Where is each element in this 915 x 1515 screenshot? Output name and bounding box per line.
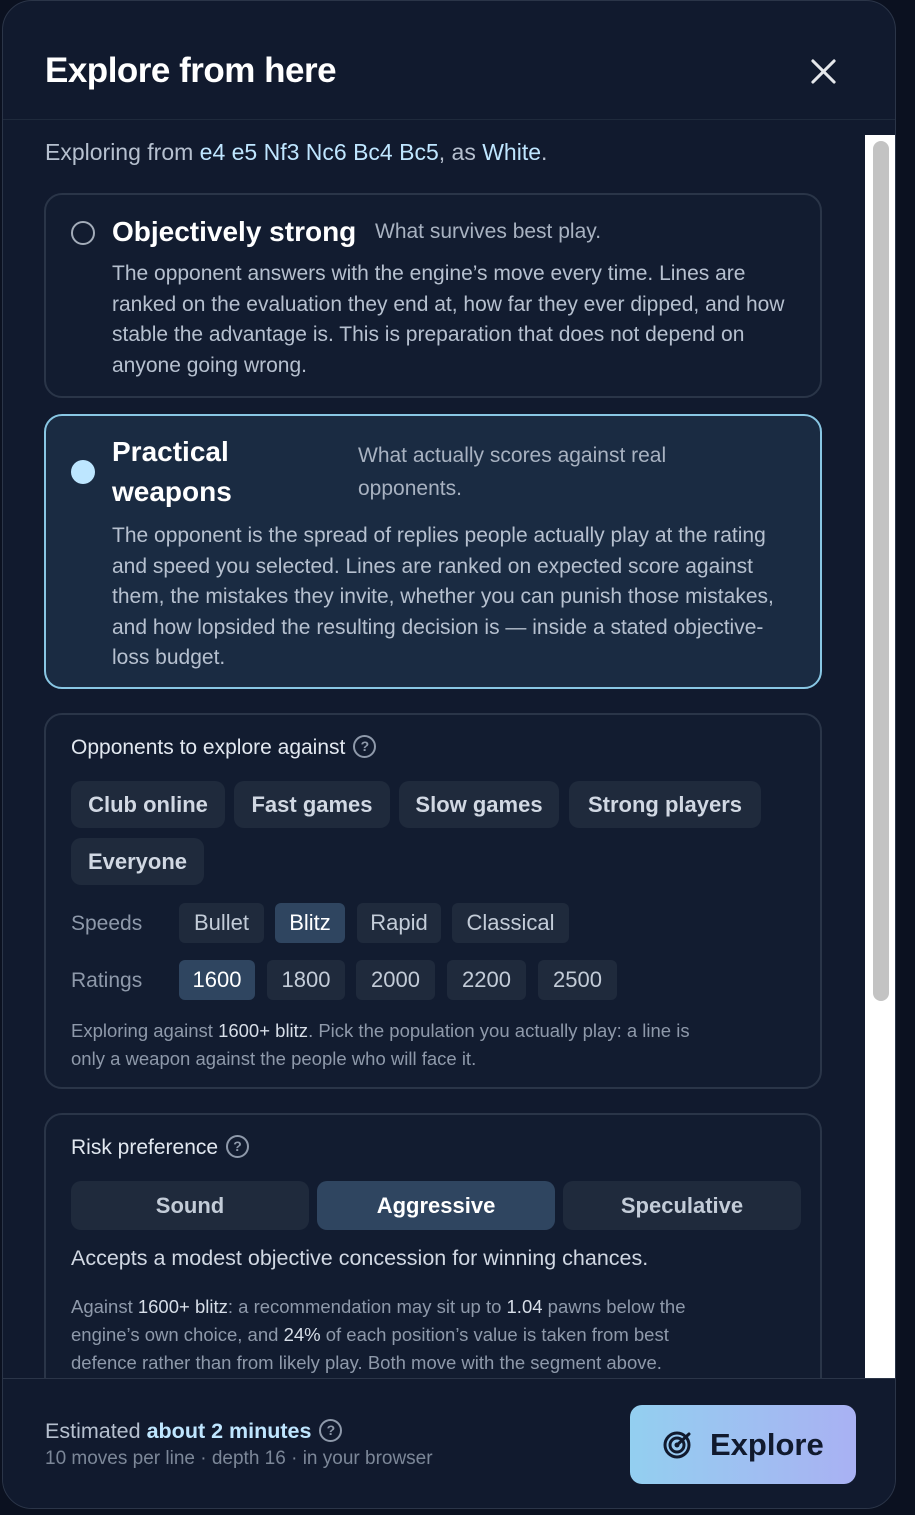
explore-button[interactable]: Explore bbox=[630, 1405, 856, 1484]
rating-2000[interactable]: 2000 bbox=[356, 960, 435, 1000]
rating-1800[interactable]: 1800 bbox=[267, 960, 345, 1000]
opponents-panel: Opponents to explore against? Club onlin… bbox=[44, 713, 822, 1089]
risk-description: Accepts a modest objective concession fo… bbox=[71, 1246, 649, 1270]
player-side: White bbox=[482, 139, 542, 165]
option-title: Objectively strong bbox=[112, 216, 357, 247]
dialog-title: Explore from here bbox=[45, 51, 337, 90]
rating-2200[interactable]: 2200 bbox=[447, 960, 526, 1000]
risk-label: Risk preference? bbox=[71, 1134, 250, 1160]
risk-label-text: Risk preference bbox=[71, 1136, 219, 1159]
opponents-label: Opponents to explore against? bbox=[71, 734, 377, 760]
note-prefix: Exploring against bbox=[71, 1020, 219, 1041]
preset-strong-players[interactable]: Strong players bbox=[569, 781, 761, 828]
risk-note-part: defence rather than from likely play. Bo… bbox=[71, 1352, 662, 1373]
risk-note-pawns: 1.04 bbox=[506, 1296, 543, 1317]
option-title-line1: Practical bbox=[112, 436, 229, 467]
risk-sound[interactable]: Sound bbox=[71, 1181, 309, 1230]
close-icon[interactable] bbox=[808, 56, 838, 86]
option-description: The opponent is the spread of replies pe… bbox=[112, 524, 774, 669]
option-practical-weapons[interactable]: Practical weapons What actually scores a… bbox=[44, 414, 822, 689]
risk-panel: Risk preference? Sound Aggressive Specul… bbox=[44, 1113, 822, 1403]
option-title-line2: weapons bbox=[112, 476, 232, 507]
population-note: Exploring against 1600+ blitz. Pick the … bbox=[71, 1017, 800, 1073]
radio-selected-icon[interactable] bbox=[71, 460, 95, 484]
dialog-header: Explore from here bbox=[3, 1, 895, 120]
radar-icon bbox=[663, 1431, 691, 1459]
risk-note: Against 1600+ blitz: a recommendation ma… bbox=[71, 1293, 800, 1377]
radio-unselected-icon[interactable] bbox=[71, 221, 95, 245]
risk-note-part: Against bbox=[71, 1296, 138, 1317]
intro-prefix: Exploring from bbox=[45, 139, 200, 165]
option-subtitle-line2: opponents. bbox=[358, 477, 462, 500]
exploring-summary: Exploring from e4 e5 Nf3 Nc6 Bc4 Bc5, as… bbox=[45, 139, 547, 166]
risk-note-population: 1600+ blitz bbox=[137, 1296, 228, 1317]
risk-note-part: engine’s own choice, and bbox=[71, 1324, 284, 1345]
intro-suffix: . bbox=[541, 139, 548, 165]
opponents-label-text: Opponents to explore against bbox=[71, 736, 346, 759]
scrollbar-thumb[interactable] bbox=[873, 141, 889, 1001]
help-icon[interactable]: ? bbox=[353, 734, 377, 758]
risk-note-part: of each position’s value is taken from b… bbox=[320, 1324, 669, 1345]
rating-1600[interactable]: 1600 bbox=[179, 960, 255, 1000]
option-objectively-strong[interactable]: Objectively strong What survives best pl… bbox=[44, 193, 822, 398]
dialog-footer: Estimated about 2 minutes? 10 moves per … bbox=[3, 1378, 895, 1508]
speeds-label: Speeds bbox=[71, 912, 143, 935]
help-icon[interactable]: ? bbox=[319, 1418, 343, 1442]
speed-classical[interactable]: Classical bbox=[452, 903, 569, 943]
estimate-value: about 2 minutes bbox=[146, 1419, 312, 1443]
risk-note-part: pawns below the bbox=[542, 1296, 686, 1317]
note-line1: . Pick the population you actually play:… bbox=[308, 1020, 690, 1041]
option-description: The opponent answers with the engine’s m… bbox=[112, 262, 785, 377]
estimate: Estimated about 2 minutes? bbox=[45, 1418, 343, 1444]
rating-2500[interactable]: 2500 bbox=[538, 960, 617, 1000]
speed-rapid[interactable]: Rapid bbox=[357, 903, 441, 943]
estimate-label: Estimated bbox=[45, 1419, 141, 1443]
option-subtitle: What survives best play. bbox=[375, 220, 602, 243]
risk-note-percent: 24% bbox=[283, 1324, 321, 1345]
intro-middle: , as bbox=[438, 139, 483, 165]
risk-aggressive[interactable]: Aggressive bbox=[317, 1181, 555, 1230]
move-sequence: e4 e5 Nf3 Nc6 Bc4 Bc5 bbox=[199, 139, 439, 165]
ratings-label: Ratings bbox=[71, 969, 143, 992]
preset-everyone[interactable]: Everyone bbox=[71, 838, 204, 885]
note-line2: only a weapon against the people who wil… bbox=[71, 1048, 477, 1069]
estimate-details: 10 moves per line · depth 16 · in your b… bbox=[45, 1448, 433, 1469]
explore-dialog: Explore from here Exploring from e4 e5 N… bbox=[2, 0, 896, 1509]
explore-button-label: Explore bbox=[710, 1427, 824, 1462]
speed-bullet[interactable]: Bullet bbox=[179, 903, 264, 943]
option-subtitle-line1: What actually scores against real bbox=[358, 444, 667, 467]
help-icon[interactable]: ? bbox=[226, 1134, 250, 1158]
preset-fast-games[interactable]: Fast games bbox=[234, 781, 390, 828]
risk-speculative[interactable]: Speculative bbox=[563, 1181, 801, 1230]
risk-note-part: : a recommendation may sit up to bbox=[227, 1296, 507, 1317]
preset-club-online[interactable]: Club online bbox=[71, 781, 225, 828]
note-population: 1600+ blitz bbox=[218, 1020, 309, 1041]
preset-slow-games[interactable]: Slow games bbox=[399, 781, 559, 828]
speed-blitz[interactable]: Blitz bbox=[275, 903, 345, 943]
